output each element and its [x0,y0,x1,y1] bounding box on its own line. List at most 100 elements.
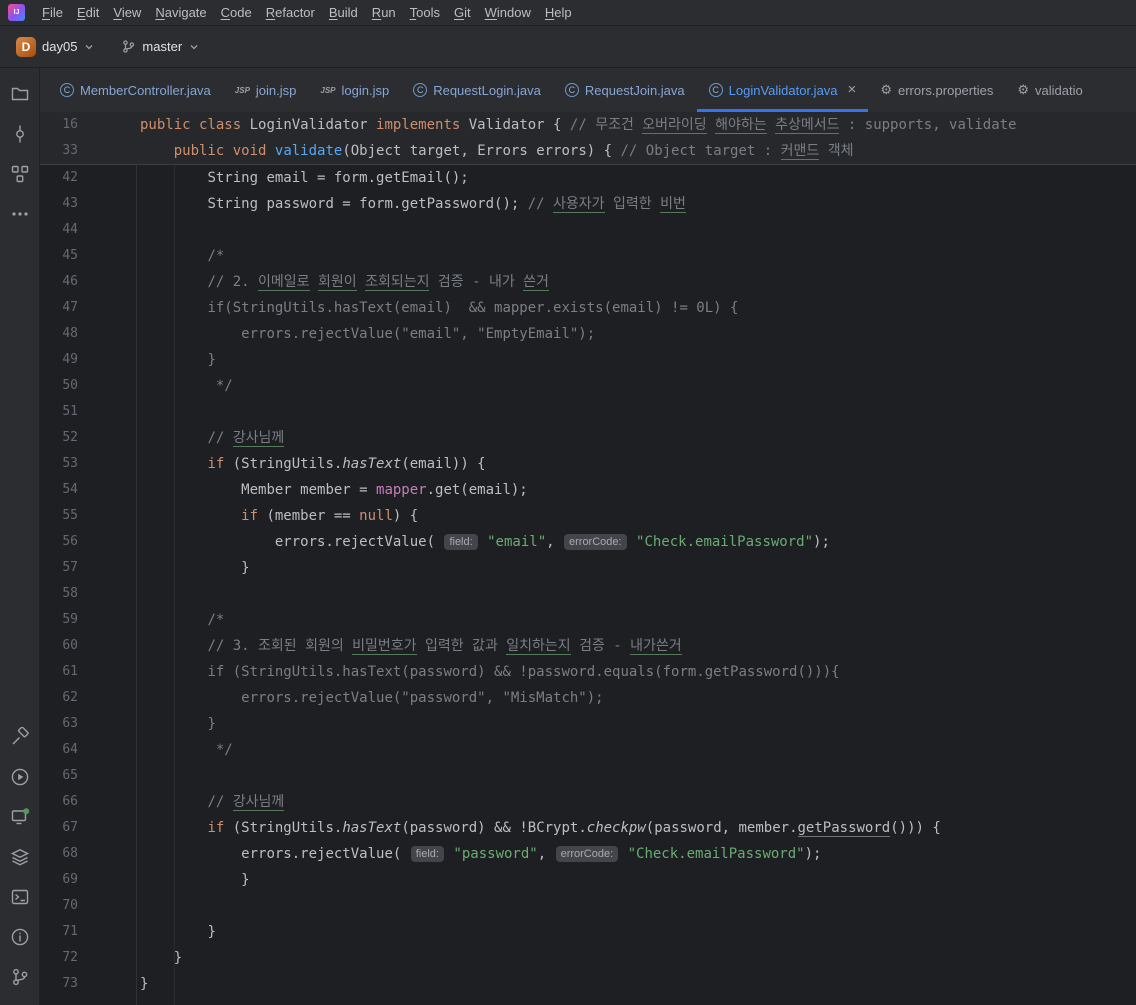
layers-icon[interactable] [3,837,37,877]
code-line[interactable]: 63 } [40,711,1136,737]
line-number[interactable]: 59 [40,607,84,633]
code-line[interactable]: 52 // 강사님께 [40,425,1136,451]
code-line[interactable]: 54 Member member = mapper.get(email); [40,477,1136,503]
menu-navigate[interactable]: Navigate [148,3,213,22]
code-line[interactable]: 60 // 3. 조회된 회원의 비밀번호가 입력한 값과 일치하는지 검증 -… [40,633,1136,659]
services-icon[interactable] [3,797,37,837]
menu-tools[interactable]: Tools [403,3,447,22]
line-number[interactable]: 33 [40,138,84,164]
line-number[interactable]: 69 [40,867,84,893]
line-number[interactable]: 64 [40,737,84,763]
line-number[interactable]: 47 [40,295,84,321]
menu-build[interactable]: Build [322,3,365,22]
code-line[interactable]: 50 */ [40,373,1136,399]
code-line[interactable]: 58 [40,581,1136,607]
line-number[interactable]: 65 [40,763,84,789]
run-icon[interactable] [3,757,37,797]
code-line[interactable]: 68 errors.rejectValue( field: "password"… [40,841,1136,867]
code-line[interactable]: 59 /* [40,607,1136,633]
code-line[interactable]: 47 if(StringUtils.hasText(email) && mapp… [40,295,1136,321]
close-tab-icon[interactable]: × [848,82,857,97]
terminal-icon[interactable] [3,877,37,917]
code-line[interactable]: 51 [40,399,1136,425]
line-number[interactable]: 53 [40,451,84,477]
version-control-icon[interactable] [3,957,37,997]
branch-selector[interactable]: master [115,35,206,58]
code-line[interactable]: 62 errors.rejectValue("password", "MisMa… [40,685,1136,711]
code-line[interactable]: 73} [40,971,1136,997]
commit-icon[interactable] [3,114,37,154]
menu-edit[interactable]: Edit [70,3,106,22]
line-number[interactable]: 56 [40,529,84,555]
line-number[interactable]: 46 [40,269,84,295]
structure-icon[interactable] [3,154,37,194]
code-line[interactable]: 48 errors.rejectValue("email", "EmptyEma… [40,321,1136,347]
more-icon[interactable] [3,194,37,234]
line-number[interactable]: 63 [40,711,84,737]
menu-view[interactable]: View [106,3,148,22]
line-number[interactable]: 66 [40,789,84,815]
tab-LoginValidator.java[interactable]: C LoginValidator.java × [696,68,869,112]
line-number[interactable]: 16 [40,112,84,138]
code-line[interactable]: 53 if (StringUtils.hasText(email)) { [40,451,1136,477]
code-line[interactable]: 16 public class LoginValidator implements… [40,112,1136,138]
menu-window[interactable]: Window [478,3,538,22]
tab-validatio[interactable]: ⚙ validatio [1005,68,1094,112]
code-line[interactable]: 44 [40,217,1136,243]
line-number[interactable]: 70 [40,893,84,919]
menu-file[interactable]: File [35,3,70,22]
tab-join.jsp[interactable]: JSP join.jsp [223,68,309,112]
tab-login.jsp[interactable]: JSP login.jsp [308,68,401,112]
project-folder-icon[interactable] [3,74,37,114]
line-number[interactable]: 73 [40,971,84,997]
code-line[interactable]: 33 public void validate(Object target, E… [40,138,1136,164]
tab-errors.properties[interactable]: ⚙ errors.properties [868,68,1005,112]
code-line[interactable]: 43 String password = form.getPassword();… [40,191,1136,217]
line-number[interactable]: 44 [40,217,84,243]
code-line[interactable]: 72 } [40,945,1136,971]
line-number[interactable]: 55 [40,503,84,529]
problems-icon[interactable] [3,917,37,957]
tab-RequestJoin.java[interactable]: C RequestJoin.java [553,68,697,112]
line-number[interactable]: 45 [40,243,84,269]
menu-refactor[interactable]: Refactor [259,3,322,22]
line-number[interactable]: 52 [40,425,84,451]
code-line[interactable]: 66 // 강사님께 [40,789,1136,815]
build-icon[interactable] [3,717,37,757]
project-selector[interactable]: D day05 [10,33,101,61]
line-number[interactable]: 49 [40,347,84,373]
code-line[interactable]: 45 /* [40,243,1136,269]
code-line[interactable]: 65 [40,763,1136,789]
code-line[interactable]: 56 errors.rejectValue( field: "email", e… [40,529,1136,555]
code-line[interactable]: 46 // 2. 이메일로 회원이 조회되는지 검증 - 내가 쓴거 [40,269,1136,295]
line-number[interactable]: 67 [40,815,84,841]
line-number[interactable]: 60 [40,633,84,659]
code-line[interactable]: 71 } [40,919,1136,945]
menu-git[interactable]: Git [447,3,478,22]
line-number[interactable]: 58 [40,581,84,607]
line-number[interactable]: 43 [40,191,84,217]
code-line[interactable]: 49 } [40,347,1136,373]
code-area[interactable]: 42 String email = form.getEmail(); 43 Str… [40,165,1136,997]
code-line[interactable]: 42 String email = form.getEmail(); [40,165,1136,191]
line-number[interactable]: 62 [40,685,84,711]
line-number[interactable]: 72 [40,945,84,971]
code-line[interactable]: 64 */ [40,737,1136,763]
line-number[interactable]: 61 [40,659,84,685]
code-line[interactable]: 70 [40,893,1136,919]
tab-MemberController.java[interactable]: C MemberController.java [48,68,223,112]
line-number[interactable]: 51 [40,399,84,425]
menu-code[interactable]: Code [214,3,259,22]
line-number[interactable]: 42 [40,165,84,191]
code-line[interactable]: 55 if (member == null) { [40,503,1136,529]
tab-RequestLogin.java[interactable]: C RequestLogin.java [401,68,553,112]
line-number[interactable]: 57 [40,555,84,581]
code-line[interactable]: 67 if (StringUtils.hasText(password) && … [40,815,1136,841]
code-line[interactable]: 57 } [40,555,1136,581]
menu-run[interactable]: Run [365,3,403,22]
editor[interactable]: 16 public class LoginValidator implements… [40,112,1136,1005]
line-number[interactable]: 54 [40,477,84,503]
line-number[interactable]: 48 [40,321,84,347]
code-line[interactable]: 69 } [40,867,1136,893]
code-line[interactable]: 61 if (StringUtils.hasText(password) && … [40,659,1136,685]
